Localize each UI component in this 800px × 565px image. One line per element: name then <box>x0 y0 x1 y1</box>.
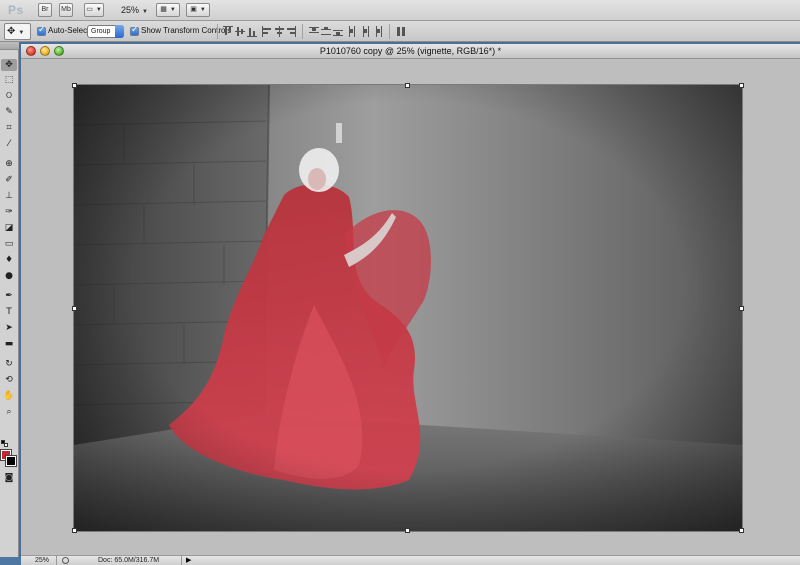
document-title-bar[interactable]: P1010760 copy @ 25% (vignette, RGB/16*) … <box>21 44 800 59</box>
transform-handle[interactable] <box>72 83 77 88</box>
healing-brush-icon[interactable]: ⊕ <box>1 158 17 170</box>
chevron-down-icon: ▼ <box>18 30 25 36</box>
background-color-swatch[interactable] <box>5 455 17 467</box>
distribute-vertical-centers-button[interactable] <box>321 26 331 37</box>
history-brush-icon[interactable]: ✑ <box>1 206 17 218</box>
pen-icon[interactable]: ✒ <box>1 290 17 302</box>
show-transform-controls-checkbox[interactable] <box>130 25 139 36</box>
crop-icon[interactable]: ⌗ <box>1 122 17 134</box>
distribute-top-edges-button[interactable] <box>309 26 319 37</box>
shape-icon[interactable]: ▬ <box>1 338 17 350</box>
chevron-down-icon: ▼ <box>199 7 206 13</box>
distribute-bottom-edges-button[interactable] <box>333 26 343 37</box>
3d-orbit-icon[interactable]: ⟲ <box>1 374 17 386</box>
desktop-background <box>0 557 21 565</box>
type-icon[interactable]: T <box>1 306 17 318</box>
status-bar: 25% Doc: 65.0M/316.7M ▶ <box>21 555 800 565</box>
align-vertical-centers-button[interactable] <box>235 26 245 37</box>
clone-stamp-icon[interactable]: ⊥ <box>1 190 17 202</box>
zoom-level-value: 25% <box>121 5 140 15</box>
lasso-icon[interactable]: ଠ <box>1 90 17 102</box>
dodge-icon[interactable]: ● <box>1 270 17 282</box>
hand-icon[interactable]: ✋ <box>1 390 17 402</box>
document-image[interactable] <box>73 84 743 532</box>
auto-select-label: Auto-Select: <box>48 26 92 35</box>
zoom-level-dropdown[interactable]: 25% ▼ <box>121 3 148 17</box>
status-info-icon[interactable] <box>62 557 69 564</box>
distribute-left-edges-button[interactable] <box>348 26 358 37</box>
screen-mode-button[interactable]: ▣ ▼ <box>186 3 210 17</box>
view-extras-icon: ▭ <box>86 6 93 13</box>
zoom-icon[interactable]: ⌕ <box>1 406 17 418</box>
close-window-button[interactable] <box>26 46 36 56</box>
tool-preset-picker[interactable]: ✥ ▼ <box>4 23 31 40</box>
screen-mode-icon: ▣ <box>190 6 197 13</box>
eyedropper-icon[interactable]: ⁄ <box>1 138 17 150</box>
options-bar: ✥▼ Auto-Select: Group Show Transform Con… <box>0 21 800 42</box>
quick-mask-icon[interactable]: ◙ <box>1 472 17 484</box>
eraser-icon[interactable]: ◪ <box>1 222 17 234</box>
quick-select-icon[interactable]: ✎ <box>1 106 17 118</box>
align-horizontal-centers-button[interactable] <box>274 26 284 37</box>
auto-select-target-dropdown[interactable]: Group <box>87 25 124 38</box>
3d-rotate-icon[interactable]: ↻ <box>1 358 17 370</box>
status-doc-size: Doc: 65.0M/316.7M <box>90 556 182 565</box>
default-colors-icon[interactable] <box>1 440 8 447</box>
transform-handle[interactable] <box>405 528 410 533</box>
options-separator <box>302 24 303 39</box>
tools-panel: ✥ ⬚ ଠ ✎ ⌗ ⁄ ⊕ ✐ ⊥ ✑ ◪ ▭ ♦ ● ✒ T ➤ ▬ ↻ ⟲ … <box>0 42 19 557</box>
options-separator <box>389 24 390 39</box>
auto-select-checkbox[interactable] <box>37 25 46 36</box>
move-icon[interactable]: ✥ <box>1 59 17 71</box>
zoom-window-button[interactable] <box>54 46 64 56</box>
align-bottom-edges-button[interactable] <box>247 26 257 37</box>
gradient-icon[interactable]: ▭ <box>1 238 17 250</box>
view-extras-button[interactable]: ▭ ▼ <box>84 3 104 17</box>
status-zoom-field[interactable]: 25% <box>27 556 57 565</box>
auto-align-layers-button[interactable] <box>396 26 406 37</box>
status-menu-arrow-icon[interactable]: ▶ <box>186 556 191 565</box>
chevron-down-icon: ▼ <box>169 7 176 13</box>
chevron-down-icon: ▼ <box>95 7 102 13</box>
canvas-area[interactable] <box>21 60 800 555</box>
transform-handle[interactable] <box>739 306 744 311</box>
arrange-documents-button[interactable]: ▦ ▼ <box>156 3 180 17</box>
transform-handle[interactable] <box>405 83 410 88</box>
align-top-edges-button[interactable] <box>223 26 233 37</box>
path-select-icon[interactable]: ➤ <box>1 322 17 334</box>
transform-handle[interactable] <box>739 83 744 88</box>
document-title: P1010760 copy @ 25% (vignette, RGB/16*) … <box>319 46 502 56</box>
blur-icon[interactable]: ♦ <box>1 254 17 266</box>
brush-icon[interactable]: ✐ <box>1 174 17 186</box>
align-left-edges-button[interactable] <box>262 26 272 37</box>
tools-panel-grip[interactable] <box>0 42 19 50</box>
distribute-right-edges-button[interactable] <box>372 26 382 37</box>
transform-handle[interactable] <box>72 528 77 533</box>
options-separator <box>217 24 218 39</box>
mini-bridge-button[interactable]: Mb <box>59 3 73 17</box>
transform-handle[interactable] <box>72 306 77 311</box>
dropdown-stepper-icon <box>115 25 124 38</box>
transform-handle[interactable] <box>739 528 744 533</box>
auto-select-target-value: Group <box>91 28 111 35</box>
distribute-horizontal-centers-button[interactable] <box>360 26 370 37</box>
minimize-window-button[interactable] <box>40 46 50 56</box>
application-bar: Ps Br Mb ▭ ▼ 25% ▼ ▦ ▼ ▣ ▼ <box>0 0 800 21</box>
photoshop-logo: Ps <box>8 3 24 17</box>
align-right-edges-button[interactable] <box>286 26 296 37</box>
move-tool-icon: ✥ <box>7 26 16 37</box>
arrange-documents-icon: ▦ <box>160 6 167 13</box>
document-window: P1010760 copy @ 25% (vignette, RGB/16*) … <box>21 44 800 565</box>
bridge-button[interactable]: Br <box>38 3 52 17</box>
chevron-down-icon: ▼ <box>142 9 148 15</box>
marquee-icon[interactable]: ⬚ <box>1 74 17 86</box>
photo-artwork <box>74 85 742 531</box>
